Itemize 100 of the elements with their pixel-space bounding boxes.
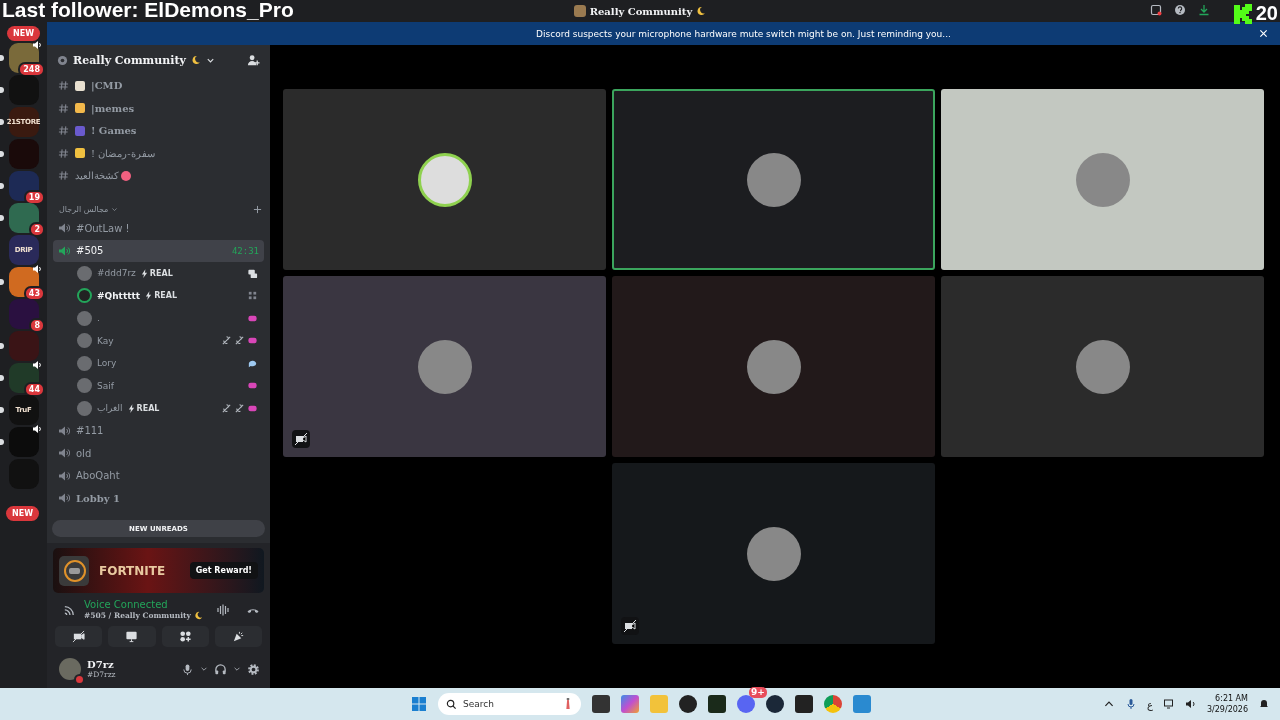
- voice-member[interactable]: Lory: [53, 352, 264, 374]
- discord-icon[interactable]: [737, 695, 755, 713]
- voice-channel[interactable]: AboQaht: [53, 465, 264, 487]
- follower-overlay-text: Last follower: ElDemons_Pro: [2, 0, 294, 22]
- hash-icon: [58, 80, 69, 92]
- invite-icon[interactable]: [247, 53, 260, 67]
- voice-status: Voice Connected: [84, 599, 169, 610]
- voice-member[interactable]: .: [53, 307, 264, 329]
- video-tile[interactable]: [941, 89, 1264, 270]
- text-channel[interactable]: ! سفرة-رمضان: [53, 142, 264, 164]
- microphone-icon[interactable]: [1125, 698, 1137, 710]
- clock-date: 3/29/2026: [1206, 704, 1248, 715]
- speaker-icon: [58, 469, 70, 482]
- chevron-icon[interactable]: [233, 665, 241, 673]
- member-name: #ddd7rz: [97, 268, 136, 279]
- channel-name: ! Games: [91, 125, 137, 137]
- chrome-icon[interactable]: [824, 695, 842, 713]
- hash-icon: [58, 125, 69, 137]
- download-icon[interactable]: [1198, 4, 1210, 16]
- video-tile[interactable]: [612, 276, 935, 457]
- member-name: #Qhttttt: [97, 290, 141, 301]
- settings-icon[interactable]: [247, 662, 260, 676]
- member-name: Kay: [97, 335, 114, 346]
- help-icon[interactable]: [1174, 4, 1186, 16]
- activities-button[interactable]: [161, 626, 209, 647]
- soundboard-button[interactable]: [214, 626, 262, 647]
- server-icon: [573, 5, 586, 17]
- server-icon[interactable]: [8, 427, 39, 457]
- speaker-icon: [58, 424, 70, 437]
- server-icon[interactable]: [8, 203, 39, 233]
- language-indicator[interactable]: ع: [1147, 698, 1153, 710]
- member-tag: REAL: [136, 403, 160, 413]
- channel-name: |CMD: [91, 80, 123, 92]
- mention-badge: 8: [29, 318, 45, 333]
- voice-member[interactable]: Saif: [53, 375, 264, 397]
- add-icon[interactable]: [253, 204, 262, 214]
- inbox-icon[interactable]: [1150, 4, 1162, 16]
- text-channel[interactable]: ! Games: [53, 120, 264, 142]
- notification-badge: 9+: [749, 687, 767, 698]
- voice-member[interactable]: Kay: [53, 330, 264, 352]
- party-popper-icon: [231, 630, 245, 643]
- channel-name: ! سفرة-رمضان: [91, 147, 155, 159]
- text-channel[interactable]: |memes: [53, 97, 264, 119]
- new-badge: NEW: [6, 506, 39, 521]
- voice-channel[interactable]: old: [53, 442, 264, 464]
- speaker-icon: [58, 447, 70, 460]
- close-icon[interactable]: [1259, 29, 1268, 38]
- member-tag: REAL: [154, 291, 178, 301]
- volume-icon[interactable]: [1184, 698, 1197, 710]
- task-view-icon[interactable]: [592, 695, 610, 713]
- sound-wave-icon[interactable]: [216, 602, 230, 617]
- member-name: Lory: [97, 358, 117, 369]
- voice-member[interactable]: #ddd7rz REAL: [53, 262, 264, 284]
- activities-icon: [178, 630, 192, 643]
- lightning-icon: [145, 291, 153, 301]
- voice-channel[interactable]: #111: [53, 420, 264, 442]
- camera-off-icon: [234, 335, 245, 347]
- network-icon[interactable]: [1162, 698, 1175, 710]
- video-tile[interactable]: [283, 89, 606, 270]
- signal-icon: [63, 603, 76, 616]
- start-icon[interactable]: [411, 696, 427, 712]
- channel-name: #505: [76, 245, 104, 257]
- steam-icon[interactable]: [766, 695, 784, 713]
- video-tile[interactable]: [283, 276, 606, 457]
- chevron-icon[interactable]: [200, 665, 208, 673]
- mute-icon: [221, 402, 232, 414]
- clock-time: 6:21 AM: [1215, 693, 1248, 704]
- voice-channel[interactable]: #505 42:31: [53, 240, 264, 262]
- user-avatar[interactable]: [59, 658, 81, 680]
- server-icon[interactable]: [8, 171, 39, 201]
- server-icon[interactable]: [8, 363, 39, 393]
- member-name: الغراب: [97, 403, 123, 414]
- text-channel[interactable]: |CMD: [53, 75, 264, 97]
- search-input[interactable]: Search: [463, 699, 543, 709]
- window-title: Really Community: [589, 5, 693, 17]
- microphone-icon[interactable]: [181, 662, 194, 676]
- user-name: D7rz: [87, 659, 115, 670]
- server-icon[interactable]: [8, 299, 39, 329]
- camera-button[interactable]: [55, 626, 103, 647]
- get-reward-button[interactable]: Get Reward!: [189, 562, 258, 579]
- server-icon[interactable]: [8, 267, 39, 297]
- video-tile[interactable]: [612, 89, 935, 270]
- lightning-icon: [140, 268, 148, 278]
- headphones-icon[interactable]: [214, 662, 227, 676]
- voice-channel[interactable]: Lobby 1: [53, 487, 264, 509]
- notification-icon[interactable]: [1258, 698, 1270, 710]
- video-tile[interactable]: [612, 463, 935, 644]
- channel-name: Lobby 1: [76, 492, 120, 504]
- category-name[interactable]: مجالس الرجال: [59, 204, 109, 214]
- member-name: .: [97, 313, 100, 324]
- app-icon[interactable]: [679, 695, 697, 713]
- screen-share-button[interactable]: [108, 626, 156, 647]
- voice-channel[interactable]: #OutLaw !: [53, 217, 264, 239]
- mute-icon: [221, 335, 232, 347]
- voice-member[interactable]: #Qhttttt REAL: [53, 285, 264, 307]
- search-field[interactable]: Search: [438, 693, 581, 715]
- text-channel[interactable]: كشخةالعيد: [53, 165, 264, 187]
- video-tile[interactable]: [941, 276, 1264, 457]
- server-name[interactable]: Really Community: [73, 53, 186, 67]
- hash-icon: [58, 147, 69, 159]
